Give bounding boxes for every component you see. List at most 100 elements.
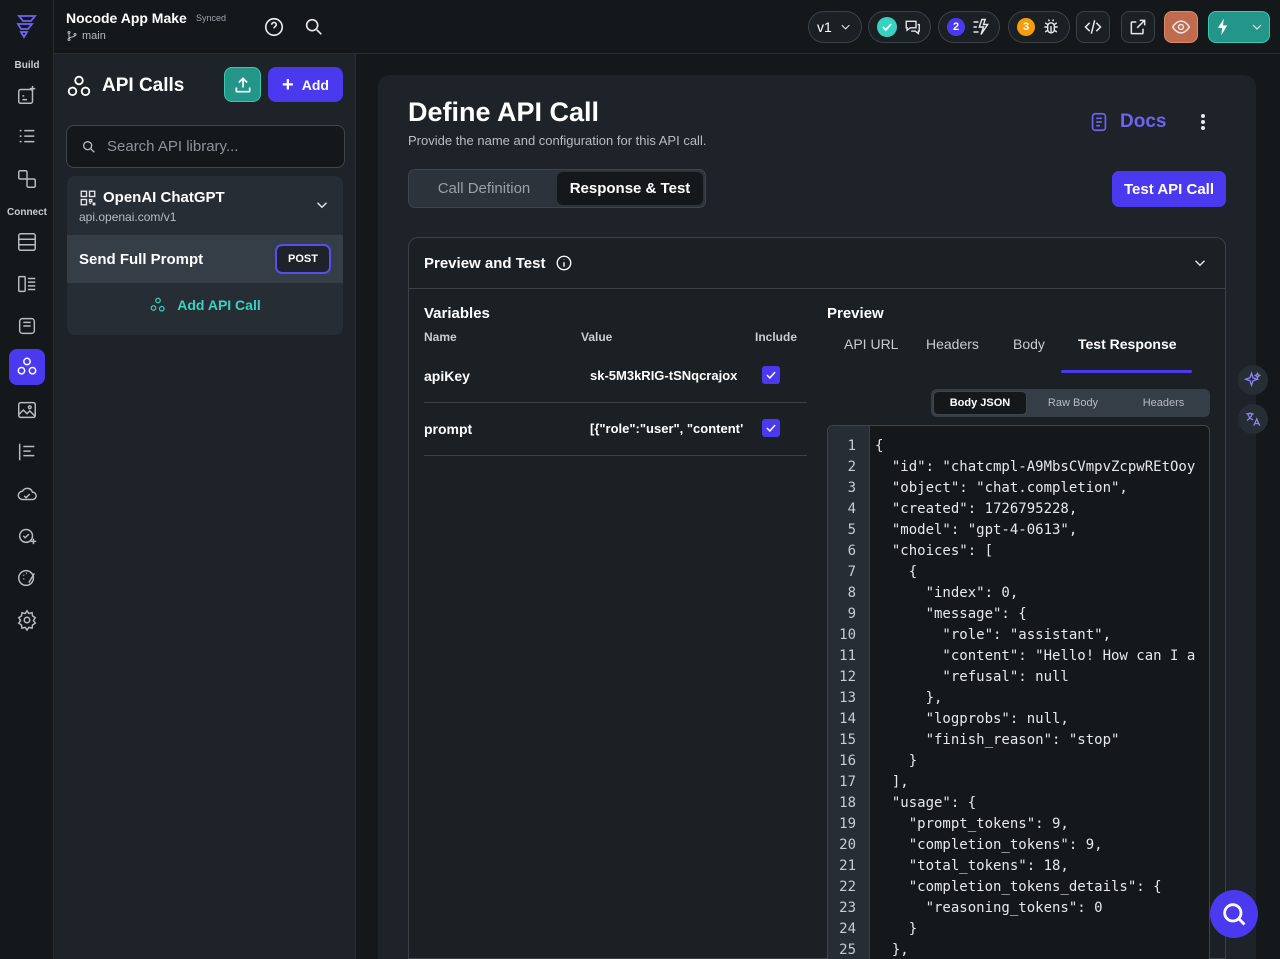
api-add-icon	[150, 297, 165, 312]
definition-tabs: Call Definition Response & Test	[408, 169, 706, 208]
cloud-functions-icon[interactable]	[9, 476, 45, 512]
add-api-call-button[interactable]: Add API Call	[67, 283, 343, 327]
chevron-down-icon	[1252, 24, 1262, 30]
tab-headers[interactable]: Headers	[926, 336, 979, 352]
branch-icon	[67, 31, 77, 41]
line-number: 17	[839, 774, 856, 790]
line-number: 7	[847, 564, 856, 580]
code-line: 10 "role": "assistant",	[828, 625, 1209, 646]
help-icon[interactable]	[263, 16, 285, 38]
include-checkbox[interactable]	[762, 366, 780, 384]
api-group-header[interactable]: OpenAI ChatGPT api.openai.com/v1	[67, 176, 343, 235]
api-calls-icon[interactable]	[9, 349, 45, 385]
docs-link[interactable]: Docs	[1088, 111, 1166, 133]
warnings-pill[interactable]: 2	[938, 11, 1000, 43]
lightning-icon	[1218, 18, 1228, 36]
line-number: 15	[839, 732, 856, 748]
branch-selector[interactable]: main	[66, 30, 106, 42]
code-line: 21 "total_tokens": 18,	[828, 856, 1209, 877]
code-line: 12 "refusal": null	[828, 667, 1209, 688]
tab-api-url[interactable]: API URL	[844, 336, 898, 352]
test-api-call-button[interactable]: Test API Call	[1112, 171, 1226, 207]
variable-name: apiKey	[424, 368, 470, 384]
tab-body[interactable]: Body	[1013, 336, 1045, 352]
variable-value-input[interactable]: [{"role":"user", "content"	[590, 421, 743, 436]
sync-status: Synced	[196, 13, 227, 23]
bugs-pill[interactable]: 3	[1008, 11, 1070, 43]
variable-value-input[interactable]: sk-5M3kRIG-tSNqcrajox	[590, 368, 743, 383]
preview-test-header[interactable]: Preview and Test	[409, 238, 1225, 289]
line-number: 6	[847, 543, 856, 559]
search-fab[interactable]	[1210, 890, 1258, 938]
settings-icon[interactable]	[9, 602, 45, 638]
include-checkbox[interactable]	[762, 419, 780, 437]
lightning-edit-icon	[973, 18, 989, 35]
code-line: 13 },	[828, 688, 1209, 709]
theme-icon[interactable]	[9, 560, 45, 596]
preview-button[interactable]	[1164, 11, 1198, 43]
variables-header: Name Value Include	[424, 330, 807, 350]
import-api-button[interactable]	[224, 67, 261, 102]
status-pill[interactable]	[868, 11, 931, 43]
widget-tree-icon[interactable]	[9, 119, 45, 155]
code-view-button[interactable]	[1076, 11, 1110, 43]
firestore-icon[interactable]	[9, 224, 45, 260]
line-number: 21	[839, 858, 856, 874]
project-name[interactable]: Nocode App Make	[66, 10, 187, 26]
nav-rail: Build Connect	[0, 0, 54, 959]
api-call-item[interactable]: Send Full Prompt POST	[67, 235, 343, 283]
line-number: 24	[839, 921, 856, 937]
translate-icon[interactable]	[1238, 404, 1268, 434]
json-code-view[interactable]: 1{2 "id": "chatcmpl-A9MbsCVmpvZcpwREtOoy…	[827, 425, 1210, 959]
search-icon	[83, 140, 95, 153]
chevron-down-icon[interactable]	[313, 196, 331, 214]
tab-body-json[interactable]: Body JSON	[933, 391, 1027, 415]
tests-icon[interactable]	[9, 517, 45, 553]
code-line: 1{	[828, 436, 1209, 457]
version-selector[interactable]: v1	[808, 11, 862, 43]
code-line: 14 "logprobs": null,	[828, 709, 1209, 730]
line-number: 10	[839, 627, 856, 643]
more-options-icon[interactable]	[1193, 111, 1213, 133]
media-assets-icon[interactable]	[9, 392, 45, 428]
custom-code-icon[interactable]	[9, 434, 45, 470]
line-number: 22	[839, 879, 856, 895]
chevron-down-icon[interactable]	[1191, 254, 1209, 272]
line-number: 1	[847, 438, 856, 454]
api-search-input[interactable]: Search API library...	[66, 125, 345, 168]
app-state-icon[interactable]	[9, 308, 45, 344]
code-text: "role": "assistant",	[875, 627, 1112, 643]
tab-test-response[interactable]: Test Response	[1078, 336, 1177, 352]
rail-section-connect: Connect	[7, 207, 47, 218]
tab-response-headers[interactable]: Headers	[1119, 391, 1208, 415]
active-tab-indicator	[1061, 370, 1192, 373]
info-icon[interactable]	[555, 254, 573, 272]
line-number: 16	[839, 753, 856, 769]
code-line: 25 },	[828, 940, 1209, 959]
variables-title: Variables	[424, 305, 490, 322]
code-text: "object": "chat.completion",	[875, 480, 1128, 496]
line-number: 25	[839, 942, 856, 958]
search-icon[interactable]	[303, 16, 325, 38]
add-page-icon[interactable]	[9, 77, 45, 113]
search-placeholder: Search API library...	[107, 138, 239, 155]
code-line: 6 "choices": [	[828, 541, 1209, 562]
line-number: 19	[839, 816, 856, 832]
line-number: 12	[839, 669, 856, 685]
code-text: {	[875, 564, 918, 580]
tab-raw-body[interactable]: Raw Body	[1027, 391, 1119, 415]
data-types-icon[interactable]	[9, 266, 45, 302]
api-call-name: Send Full Prompt	[79, 251, 204, 268]
run-split-button[interactable]	[1208, 11, 1270, 43]
search-icon	[1223, 903, 1246, 926]
tab-response-test[interactable]: Response & Test	[557, 172, 703, 205]
open-external-button[interactable]	[1121, 11, 1155, 43]
ai-sparkle-icon[interactable]	[1238, 365, 1268, 395]
add-api-button[interactable]: + Add	[268, 67, 343, 102]
tab-call-definition[interactable]: Call Definition	[411, 172, 557, 205]
check-icon	[877, 17, 897, 37]
code-line: 17 ],	[828, 772, 1209, 793]
flutterflow-logo-icon[interactable]	[13, 12, 41, 40]
line-number: 3	[847, 480, 856, 496]
components-icon[interactable]	[9, 161, 45, 197]
